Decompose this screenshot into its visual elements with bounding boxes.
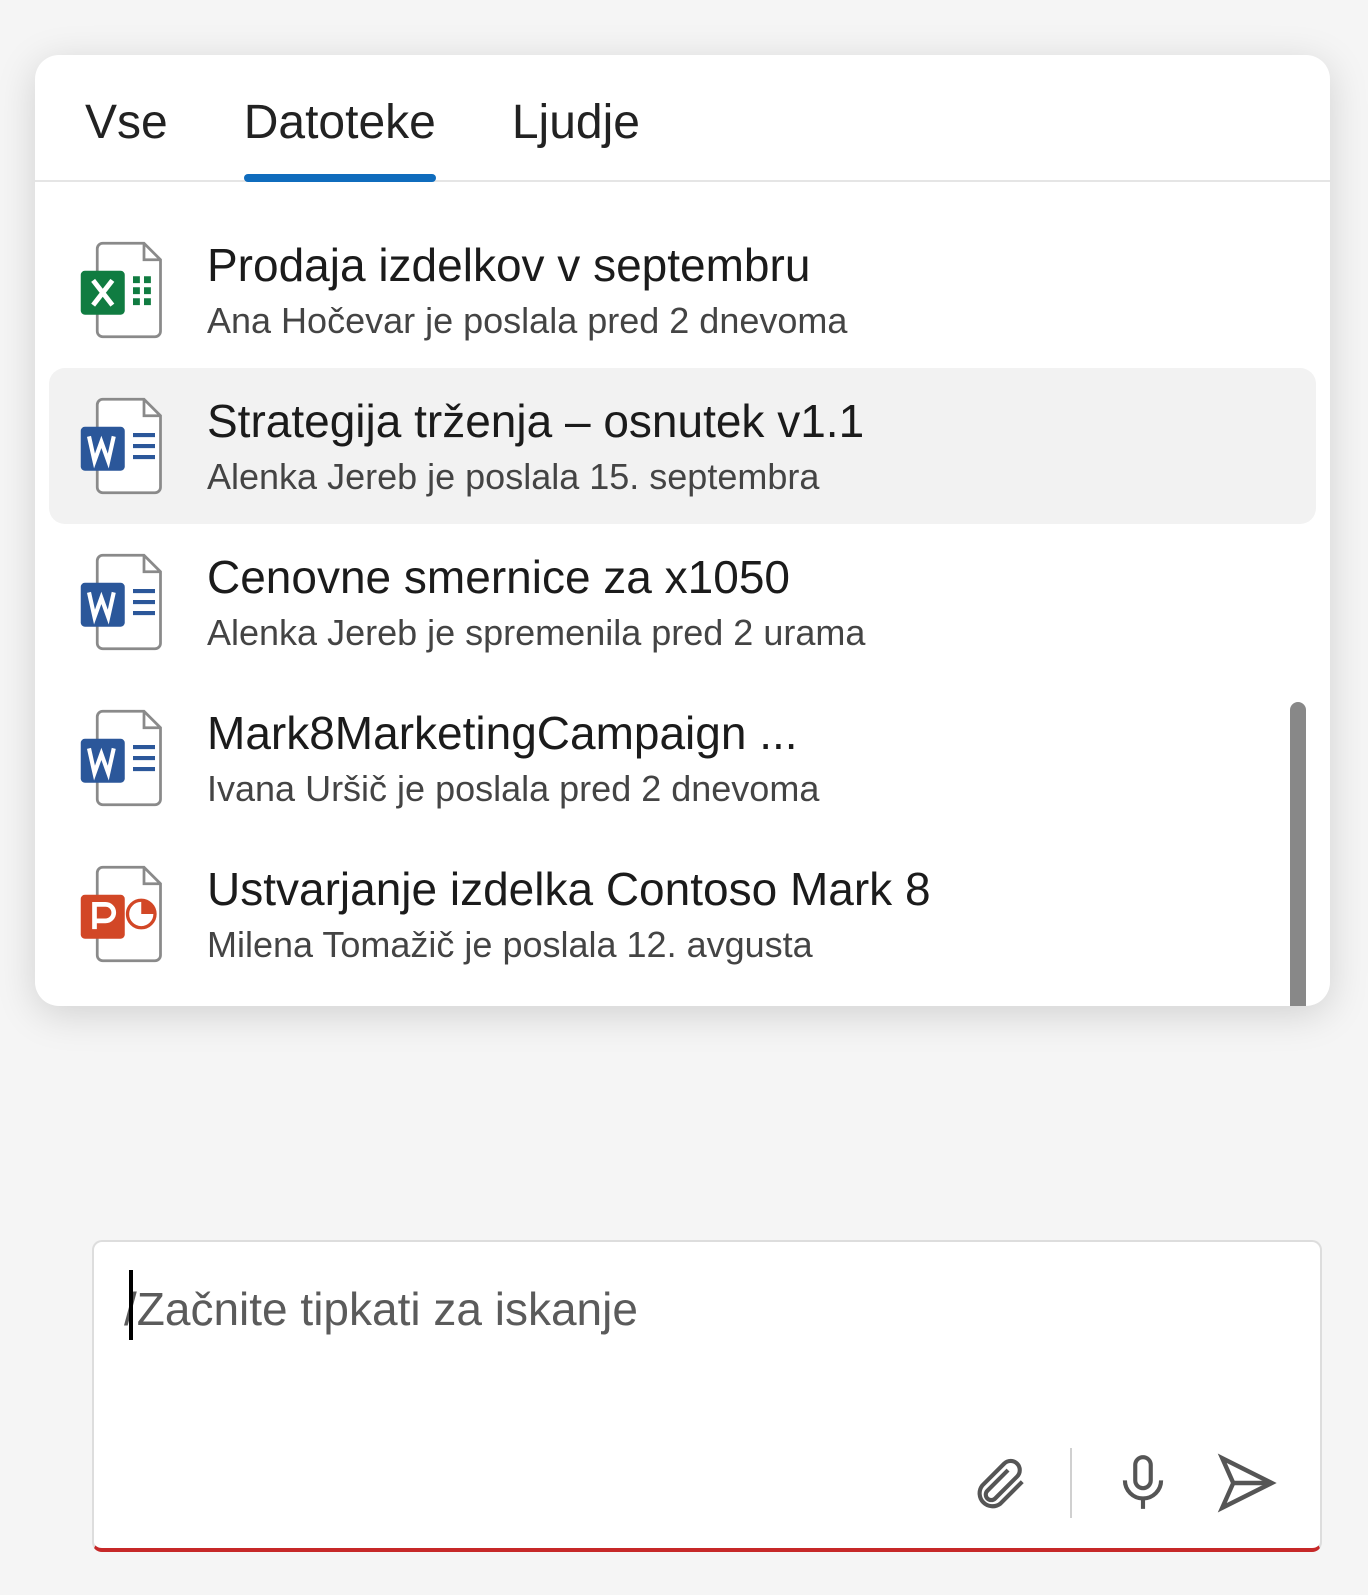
result-text: Ustvarjanje izdelka Contoso Mark 8 Milen… <box>207 862 1294 966</box>
excel-icon <box>77 240 167 340</box>
powerpoint-icon <box>77 864 167 964</box>
result-row[interactable]: Cenovne smernice za x1050 Alenka Jereb j… <box>49 524 1316 680</box>
tab-bar: Vse Datoteke Ljudje <box>35 55 1330 182</box>
compose-placeholder: Začnite tipkati za iskanje <box>137 1283 638 1335</box>
result-title: Strategija trženja – osnutek v1.1 <box>207 394 1294 448</box>
microphone-icon[interactable] <box>1112 1452 1174 1514</box>
tab-people[interactable]: Ljudje <box>512 95 640 180</box>
result-text: Cenovne smernice za x1050 Alenka Jereb j… <box>207 550 1294 654</box>
result-text: Mark8MarketingCampaign ... Ivana Uršič j… <box>207 706 1294 810</box>
compose-box[interactable]: /Začnite tipkati za iskanje <box>92 1240 1322 1552</box>
result-title: Cenovne smernice za x1050 <box>207 550 1294 604</box>
word-icon <box>77 552 167 652</box>
tab-files[interactable]: Datoteke <box>244 95 436 180</box>
result-meta: Milena Tomažič je poslala 12. avgusta <box>207 924 1294 966</box>
paperclip-icon[interactable] <box>968 1452 1030 1514</box>
compose-input[interactable]: /Začnite tipkati za iskanje <box>94 1242 1320 1336</box>
compose-toolbar <box>968 1448 1280 1518</box>
result-text: Prodaja izdelkov v septembru Ana Hočevar… <box>207 238 1294 342</box>
result-title: Mark8MarketingCampaign ... <box>207 706 1294 760</box>
result-meta: Ana Hočevar je poslala pred 2 dnevoma <box>207 300 1294 342</box>
result-meta: Ivana Uršič je poslala pred 2 dnevoma <box>207 768 1294 810</box>
result-row[interactable]: Strategija trženja – osnutek v1.1 Alenka… <box>49 368 1316 524</box>
result-title: Ustvarjanje izdelka Contoso Mark 8 <box>207 862 1294 916</box>
result-title: Prodaja izdelkov v septembru <box>207 238 1294 292</box>
result-row[interactable]: Mark8MarketingCampaign ... Ivana Uršič j… <box>49 680 1316 836</box>
tab-all[interactable]: Vse <box>85 95 168 180</box>
result-text: Strategija trženja – osnutek v1.1 Alenka… <box>207 394 1294 498</box>
text-cursor <box>129 1270 133 1340</box>
send-icon[interactable] <box>1214 1450 1280 1516</box>
result-row[interactable]: Prodaja izdelkov v septembru Ana Hočevar… <box>49 212 1316 368</box>
result-meta: Alenka Jereb je poslala 15. septembra <box>207 456 1294 498</box>
result-meta: Alenka Jereb je spremenila pred 2 urama <box>207 612 1294 654</box>
toolbar-divider <box>1070 1448 1072 1518</box>
scrollbar-thumb[interactable] <box>1290 702 1306 1006</box>
suggestion-popup: Vse Datoteke Ljudje Prodaja izdelkov v s… <box>35 55 1330 1006</box>
result-row[interactable]: Ustvarjanje izdelka Contoso Mark 8 Milen… <box>49 836 1316 992</box>
results-list: Prodaja izdelkov v septembru Ana Hočevar… <box>35 182 1330 1006</box>
word-icon <box>77 708 167 808</box>
word-icon <box>77 396 167 496</box>
